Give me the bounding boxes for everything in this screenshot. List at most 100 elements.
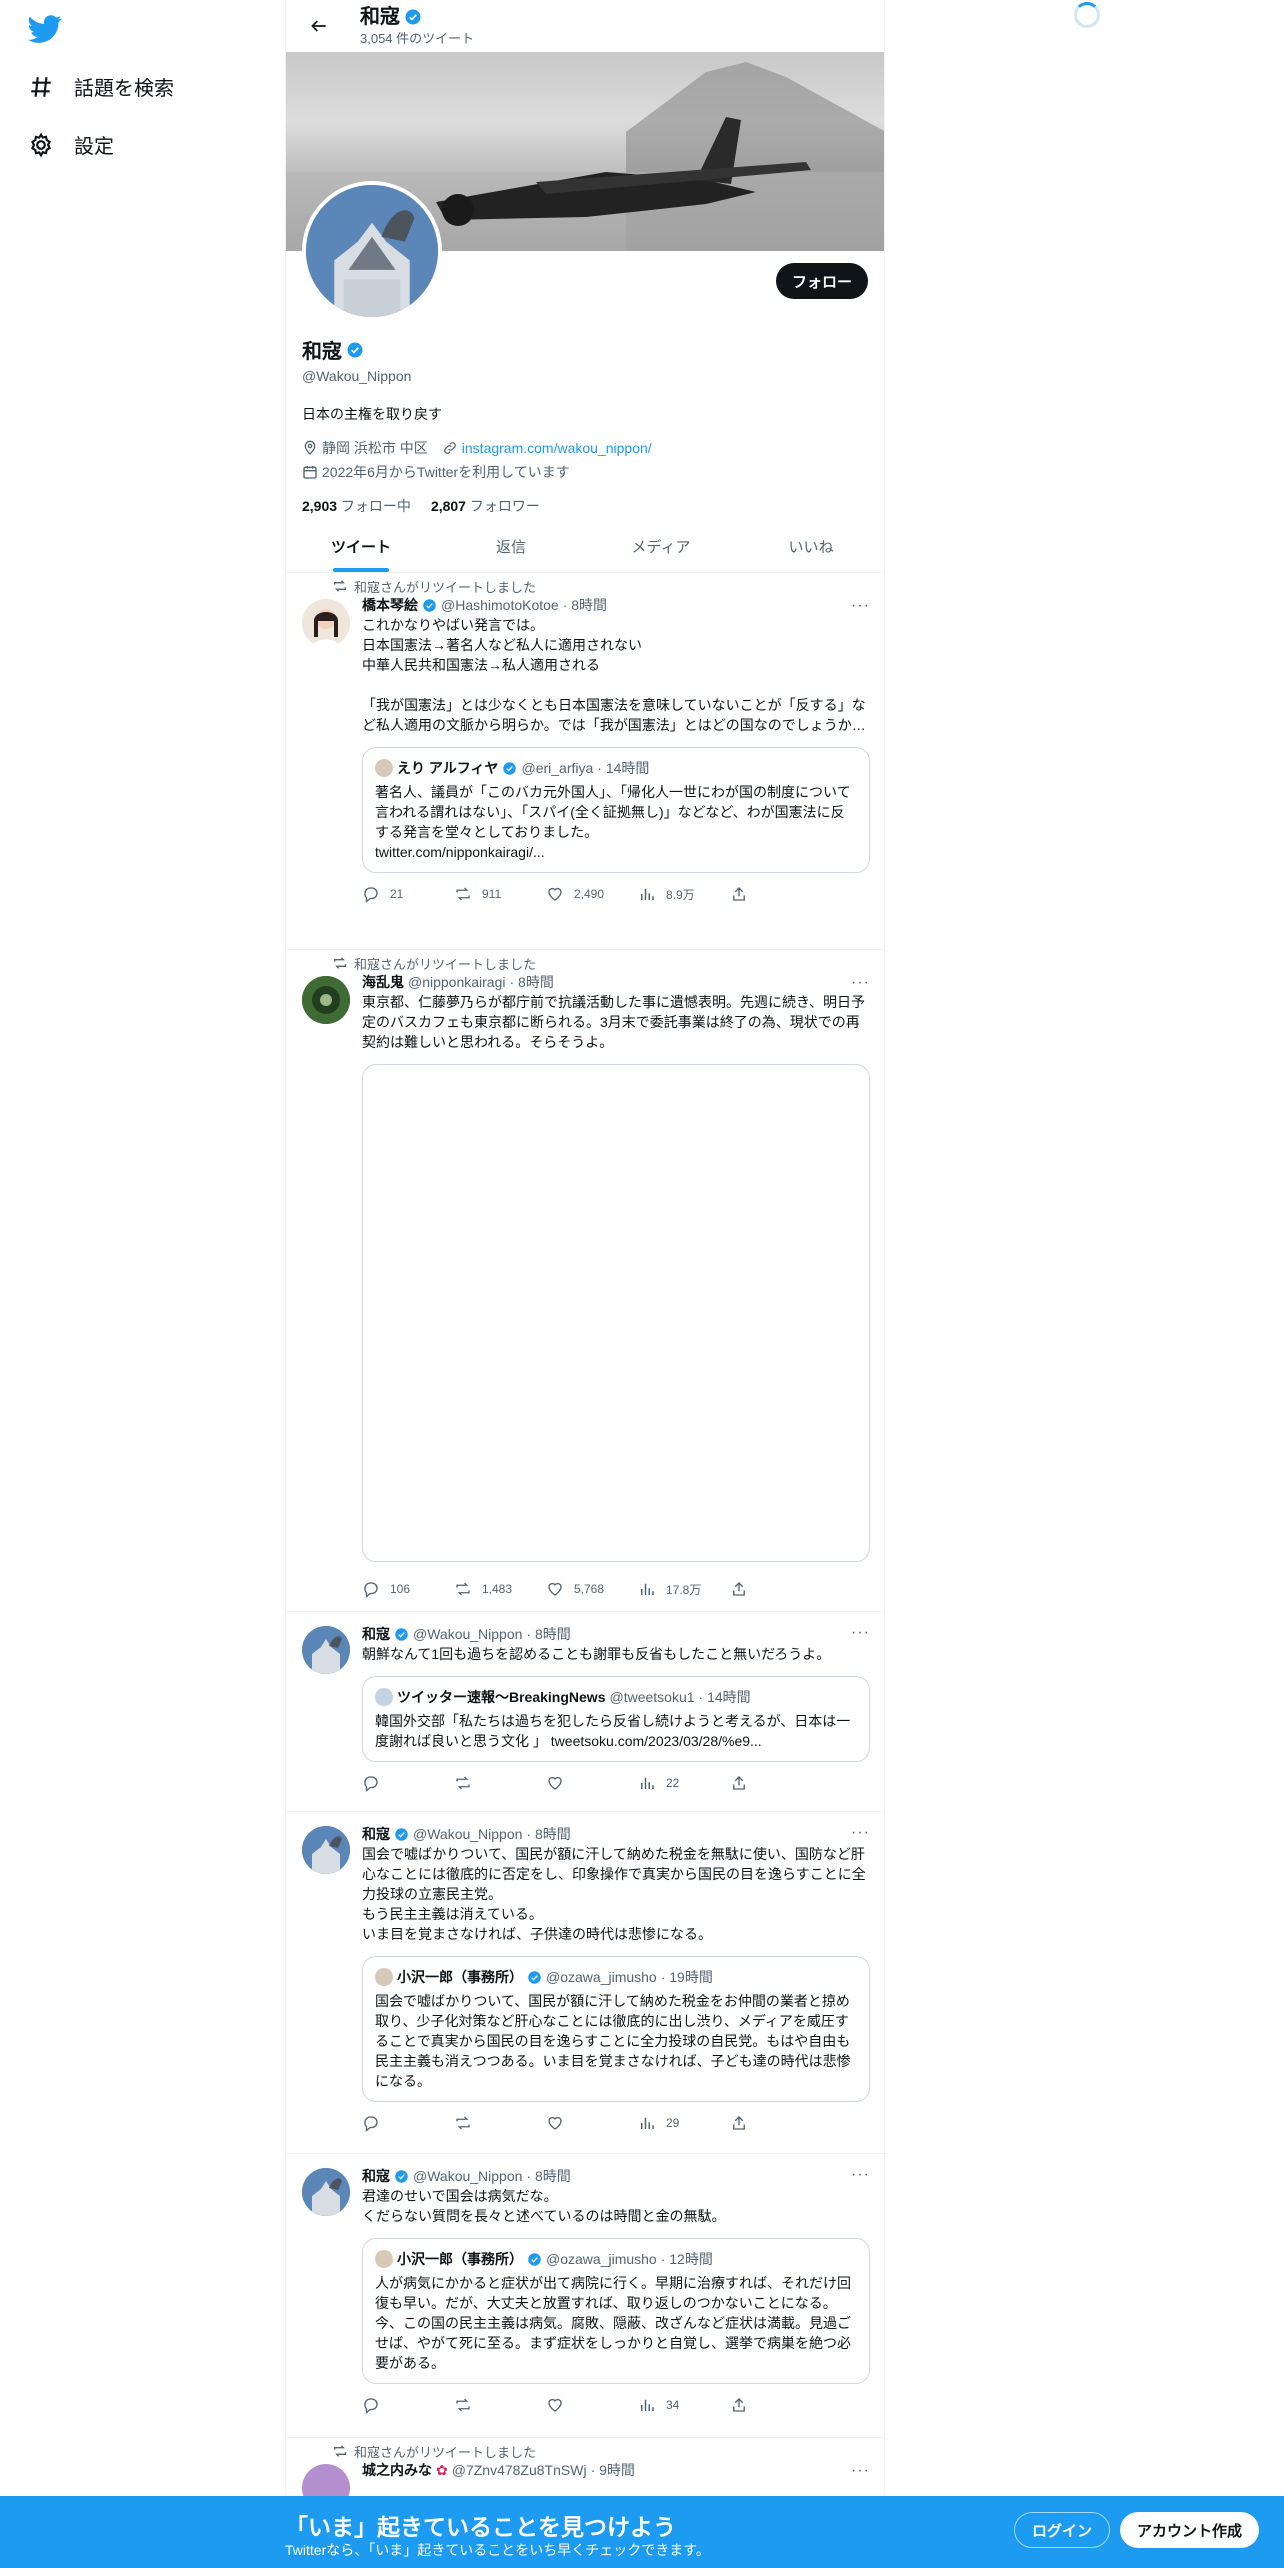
tweet-author-handle[interactable]: @Wakou_Nippon — [413, 1826, 522, 1842]
share-button[interactable] — [730, 2396, 822, 2414]
tab-media[interactable]: メディア — [586, 520, 736, 572]
tab-likes[interactable]: いいね — [736, 520, 886, 572]
back-arrow-icon — [311, 20, 326, 32]
login-button[interactable]: ログイン — [1014, 2512, 1111, 2548]
share-button[interactable] — [730, 1580, 822, 1598]
tweet-time[interactable]: · 8時間 — [526, 1824, 570, 1844]
retweet-button[interactable]: 1,483 — [454, 1580, 546, 1598]
quote-avatar — [375, 1688, 393, 1706]
views-button[interactable]: 8.9万 — [638, 885, 730, 903]
view-count: 22 — [666, 1776, 680, 1790]
tweet-item[interactable]: 和寇さんがリツイートしました ··· 橋本琴絵 @HashimotoKotoe … — [286, 573, 886, 950]
tweet-time[interactable]: · 9時間 — [591, 2460, 635, 2480]
view-count: 8.9万 — [666, 887, 695, 902]
quote-tweet[interactable]: 小沢一郎（事務所） @ozawa_jimusho · 12時間 人が病気にかかる… — [362, 2238, 870, 2384]
back-button[interactable] — [302, 9, 336, 43]
tweet-item[interactable]: ··· 和寇 @Wakou_Nippon · 8時間 国会で嘘ばかりついて、国民… — [286, 1812, 886, 2154]
share-icon — [733, 887, 745, 901]
like-button[interactable] — [546, 2114, 638, 2132]
tweet-author-name[interactable]: 和寇 — [362, 1824, 390, 1844]
signup-button[interactable]: アカウント作成 — [1120, 2512, 1260, 2548]
views-button[interactable]: 34 — [638, 2396, 730, 2414]
nav-explore[interactable]: 話題を検索 — [28, 72, 174, 101]
reply-button[interactable] — [362, 2396, 454, 2414]
retweet-button[interactable] — [454, 1774, 546, 1792]
followers-link[interactable]: 2,807 フォロワー — [431, 496, 540, 516]
views-button[interactable]: 22 — [638, 1774, 730, 1792]
tweet-author-name[interactable]: 橋本琴絵 — [362, 595, 418, 615]
like-button[interactable] — [546, 2396, 638, 2414]
reply-button[interactable] — [362, 2114, 454, 2132]
tab-tweets[interactable]: ツイート — [286, 520, 436, 572]
tweet-author-name[interactable]: 和寇 — [362, 2166, 390, 2186]
tweet-item[interactable]: ··· 和寇 @Wakou_Nippon · 8時間 朝鮮なんて1回も過ちを認め… — [286, 1612, 886, 1812]
more-options-icon[interactable]: ··· — [851, 1824, 870, 1842]
tweet-author-name[interactable]: 和寇 — [362, 1624, 390, 1644]
retweet-button[interactable]: 911 — [454, 885, 546, 903]
tweet-avatar[interactable] — [302, 976, 350, 1024]
share-icon — [733, 2398, 745, 2412]
quote-tweet[interactable]: ツイッター速報〜BreakingNews @tweetsoku1 · 14時間 … — [362, 1676, 870, 1762]
tweet-author-handle[interactable]: @Wakou_Nippon — [413, 2168, 522, 2184]
more-options-icon[interactable]: ··· — [851, 974, 870, 992]
quote-tweet[interactable]: えり アルフィヤ @eri_arfiya · 14時間 著名人、議員が「このバカ… — [362, 747, 870, 873]
tweet-media[interactable] — [362, 1064, 870, 1562]
tweet-author-handle[interactable]: @nipponkairagi — [408, 974, 506, 990]
like-button[interactable]: 2,490 — [546, 885, 638, 903]
tweet-item[interactable]: ··· 和寇 @Wakou_Nippon · 8時間 君達のせいで国会は病気だな… — [286, 2154, 886, 2438]
retweet-context-text: 和寇さんがリツイートしました — [354, 579, 537, 595]
share-button[interactable] — [730, 885, 822, 903]
tweet-author-handle[interactable]: @Wakou_Nippon — [413, 1626, 522, 1642]
profile-website[interactable]: instagram.com/wakou_nippon/ — [442, 438, 652, 458]
quote-author-name: 小沢一郎（事務所） — [397, 1969, 523, 1985]
tweet-actions: 106 1,483 5,768 17.8万 — [362, 1568, 870, 1610]
retweet-count: 911 — [482, 887, 502, 901]
more-options-icon[interactable]: ··· — [851, 597, 870, 615]
follow-button[interactable]: フォロー — [775, 263, 868, 299]
quote-tweet[interactable]: 小沢一郎（事務所） @ozawa_jimusho · 19時間 国会で嘘ばかりつ… — [362, 1956, 870, 2102]
tweet-author-name[interactable]: 城之内みな — [362, 2460, 432, 2480]
more-options-icon[interactable]: ··· — [851, 2462, 870, 2480]
reply-icon — [364, 2398, 378, 2414]
nav-settings[interactable]: 設定 — [28, 130, 114, 159]
reply-button[interactable]: 21 — [362, 885, 454, 903]
reply-button[interactable]: 106 — [362, 1580, 454, 1598]
tab-replies[interactable]: 返信 — [436, 520, 586, 572]
reply-button[interactable] — [362, 1774, 454, 1792]
views-button[interactable]: 17.8万 — [638, 1580, 730, 1598]
more-options-icon[interactable]: ··· — [851, 1624, 870, 1642]
twitter-logo-icon[interactable] — [28, 12, 62, 46]
tweet-author-handle[interactable]: @HashimotoKotoe — [441, 597, 559, 613]
tweet-time[interactable]: · 8時間 — [510, 972, 554, 992]
profile-header-bar: 和寇 3,054 件のツイート — [286, 0, 884, 52]
tweet-author-name[interactable]: 海乱鬼 — [362, 972, 404, 992]
tweet-time[interactable]: · 8時間 — [563, 595, 607, 615]
tweet-feed: 和寇さんがリツイートしました ··· 橋本琴絵 @HashimotoKotoe … — [286, 573, 886, 2558]
like-button[interactable] — [546, 1774, 638, 1792]
quote-time: · 19時間 — [660, 1969, 713, 1985]
tweet-avatar[interactable] — [302, 599, 350, 647]
tweet-item[interactable]: 和寇さんがリツイートしました ··· 海乱鬼 @nipponkairagi · … — [286, 950, 886, 1612]
tweet-avatar[interactable] — [302, 1626, 350, 1674]
tweet-avatar[interactable] — [302, 1826, 350, 1874]
tweet-author-handle[interactable]: @7Znv478Zu8TnSWj — [452, 2462, 587, 2478]
views-button[interactable]: 29 — [638, 2114, 730, 2132]
retweet-button[interactable] — [454, 2396, 546, 2414]
tweet-text: これかなりやばい発言では。 日本国憲法→著名人など私人に適用されない 中華人民共… — [362, 617, 866, 733]
quote-text: 人が病気にかかると症状が出て病院に行く。早期に治療すれば、それだけ回復も早い。だ… — [375, 2275, 851, 2371]
profile-link[interactable]: instagram.com/wakou_nippon/ — [462, 440, 652, 456]
profile-joined: 2022年6月からTwitterを利用しています — [302, 462, 570, 482]
share-button[interactable] — [730, 2114, 822, 2132]
tweet-time[interactable]: · 8時間 — [526, 2166, 570, 2186]
followers-count: 2,807 — [430, 498, 466, 514]
tweet-time[interactable]: · 8時間 — [526, 1624, 570, 1644]
tweet-avatar[interactable] — [302, 2168, 350, 2216]
like-button[interactable]: 5,768 — [546, 1580, 638, 1598]
profile-avatar[interactable] — [302, 181, 442, 321]
share-button[interactable] — [730, 1774, 822, 1792]
retweet-button[interactable] — [454, 2114, 546, 2132]
following-link[interactable]: 2,903 フォロー中 — [302, 496, 411, 516]
more-options-icon[interactable]: ··· — [851, 2166, 870, 2184]
verified-badge-icon — [347, 342, 363, 357]
signup-banner-title: 「いま」起きていることを見つけよう — [285, 2514, 676, 2540]
